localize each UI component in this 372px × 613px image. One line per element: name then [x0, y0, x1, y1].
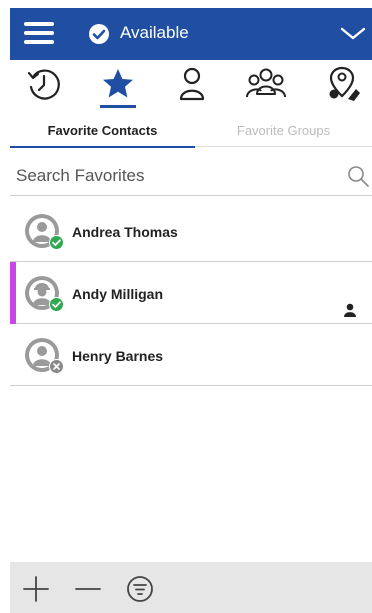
filter-icon — [127, 576, 153, 602]
tab-favorite-contacts[interactable]: Favorite Contacts — [10, 112, 195, 148]
location-icon — [329, 66, 360, 101]
search-icon[interactable] — [346, 164, 370, 188]
offline-status-icon — [49, 359, 64, 374]
icon-tab-bar — [10, 60, 372, 108]
chevron-down-icon[interactable] — [340, 26, 366, 42]
person-icon — [344, 303, 356, 317]
status-header: Available — [10, 8, 372, 60]
tab-location[interactable] — [322, 64, 366, 104]
selection-indicator — [10, 262, 16, 324]
contact-row-andy-milligan[interactable]: Andy Milligan — [10, 262, 372, 324]
group-icon — [246, 68, 286, 98]
bottom-toolbar — [10, 562, 372, 613]
tab-favorites[interactable] — [96, 64, 140, 108]
tab-divider — [195, 146, 372, 147]
search-bar — [10, 156, 372, 196]
online-status-icon — [49, 235, 64, 250]
favorites-list: Andrea Thomas Andy Milligan Henry Barnes — [10, 200, 372, 386]
history-icon — [27, 69, 60, 100]
status-label[interactable]: Available — [120, 23, 189, 43]
contact-name: Henry Barnes — [72, 348, 164, 364]
contact-name: Andrea Thomas — [72, 224, 178, 240]
filter-button[interactable] — [126, 575, 154, 603]
tab-groups[interactable] — [244, 64, 288, 104]
online-status-icon — [49, 297, 64, 312]
tab-contacts[interactable] — [170, 64, 214, 104]
remove-favorite-button[interactable] — [74, 575, 102, 603]
star-icon — [103, 69, 133, 98]
contact-name: Andy Milligan — [72, 286, 163, 302]
contact-row-andrea-thomas[interactable]: Andrea Thomas — [10, 200, 372, 262]
plus-icon — [23, 576, 49, 602]
tab-favorite-groups[interactable]: Favorite Groups — [195, 112, 372, 148]
contact-row-henry-barnes[interactable]: Henry Barnes — [10, 324, 372, 386]
contact-icon — [179, 67, 205, 101]
add-favorite-button[interactable] — [22, 575, 50, 603]
hamburger-menu-icon[interactable] — [24, 22, 54, 46]
app-window: Available Favorite Contacts Favorite Gro… — [0, 0, 372, 613]
tab-history[interactable] — [22, 64, 66, 104]
check-circle-icon — [89, 24, 109, 44]
search-input[interactable] — [16, 162, 336, 190]
minus-icon — [75, 588, 101, 590]
sub-tab-bar: Favorite Contacts Favorite Groups — [10, 112, 372, 148]
